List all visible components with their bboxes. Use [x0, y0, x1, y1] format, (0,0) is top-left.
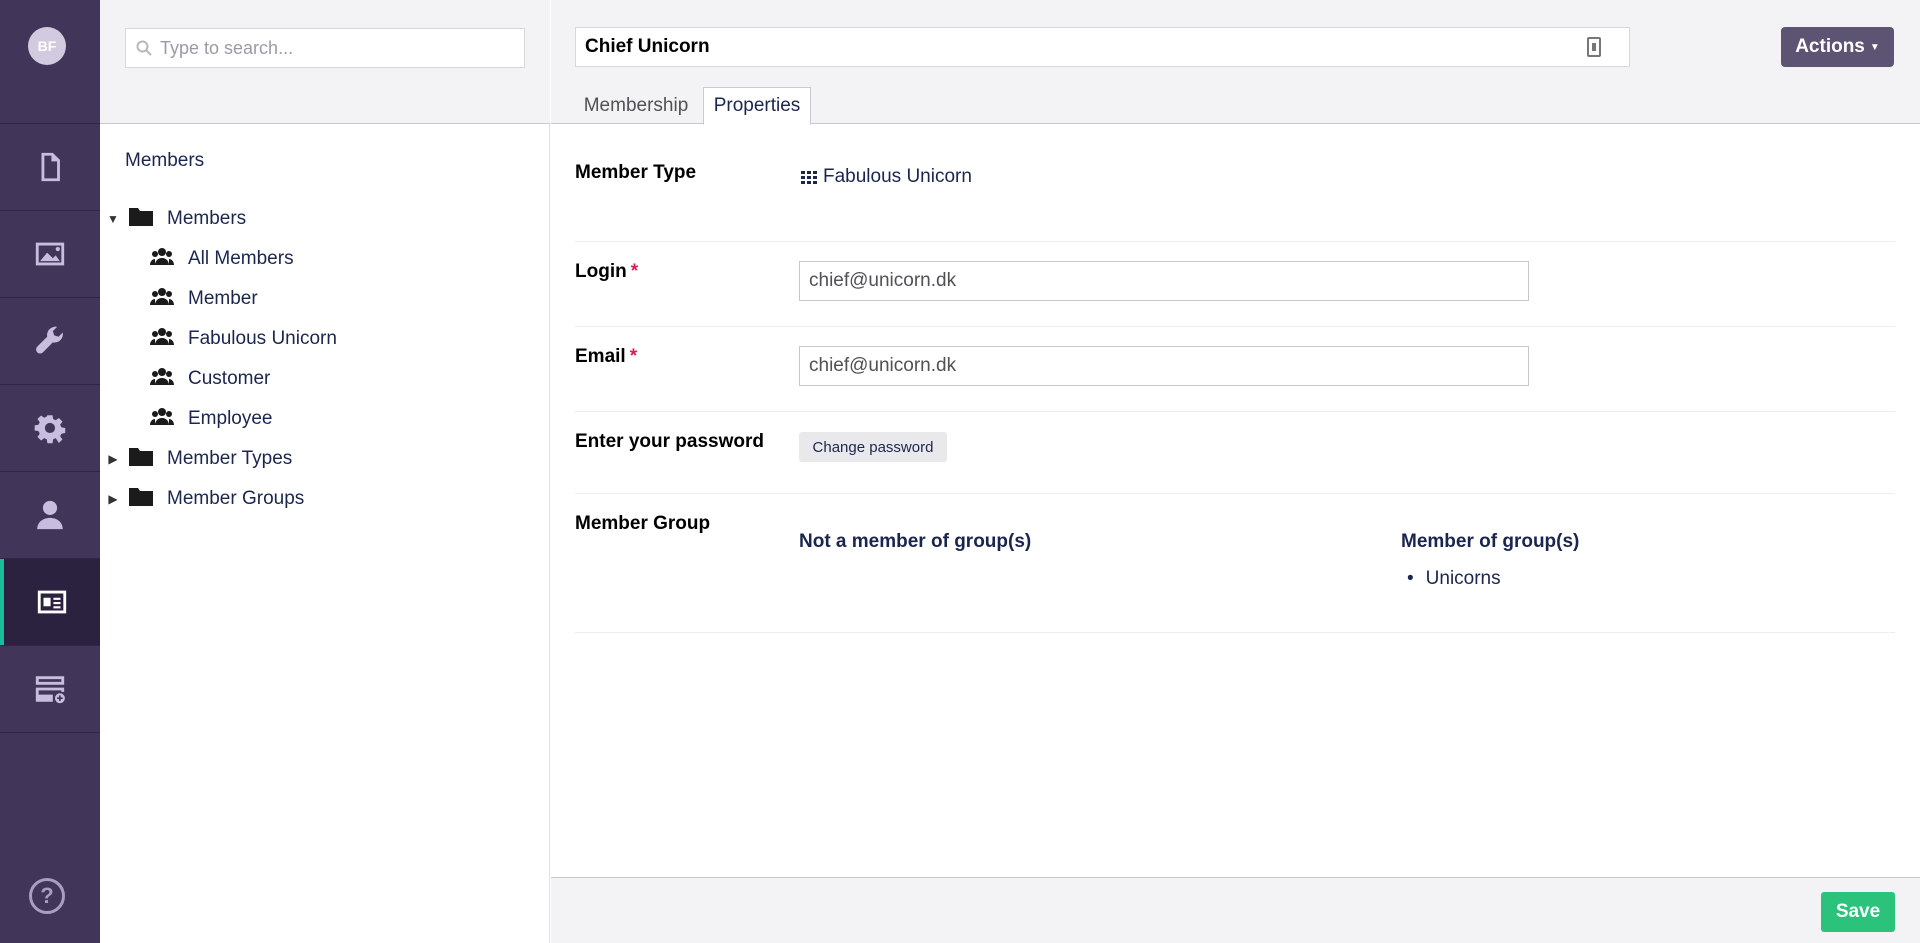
- tree-node-label: Fabulous Unicorn: [188, 328, 337, 349]
- search-box[interactable]: [125, 28, 525, 68]
- tab-properties[interactable]: Properties: [703, 87, 811, 125]
- email-label: Email *: [575, 346, 637, 368]
- login-input[interactable]: chief@unicorn.dk: [799, 261, 1529, 301]
- document-icon: [41, 152, 60, 182]
- editor-footer: Save: [551, 877, 1920, 943]
- member-card-icon: [37, 590, 67, 614]
- member-group-item[interactable]: Unicorns: [1407, 568, 1501, 590]
- avatar[interactable]: BF: [28, 27, 66, 65]
- users-group-icon: [150, 247, 174, 271]
- avatar-initials: BF: [37, 38, 57, 54]
- required-marker: *: [630, 261, 639, 282]
- users-group-icon: [150, 287, 174, 311]
- member-group-label: Member Group: [575, 513, 711, 534]
- email-input[interactable]: chief@unicorn.dk: [799, 346, 1529, 386]
- tree-node-customer[interactable]: Customer: [150, 362, 270, 396]
- users-group-icon: [150, 327, 174, 351]
- save-button[interactable]: Save: [1821, 892, 1895, 932]
- tree-node-label: All Members: [188, 248, 294, 269]
- member-name[interactable]: Chief Unicorn: [585, 36, 1587, 58]
- tab-membership[interactable]: Membership: [575, 87, 697, 125]
- caret-down-icon[interactable]: ▼: [105, 212, 121, 226]
- member-type-value: Fabulous Unicorn: [801, 166, 972, 188]
- tree-node-label: Customer: [188, 368, 271, 389]
- section-content[interactable]: [0, 124, 100, 210]
- tree-node-label: Members: [167, 208, 247, 229]
- section-rail: BF ?: [0, 0, 100, 943]
- grid-icon: [801, 171, 817, 184]
- password-label: Enter your password: [575, 431, 764, 452]
- member-type-name: Fabulous Unicorn: [823, 166, 972, 187]
- help-label: ?: [40, 883, 54, 908]
- actions-label: Actions: [1795, 36, 1865, 57]
- tree-node-all-members[interactable]: All Members: [150, 242, 294, 276]
- property-login: Login * chief@unicorn.dk: [575, 243, 1895, 327]
- tree-node-members[interactable]: ▼ Members: [105, 202, 246, 236]
- tree-node-label: Member Types: [167, 448, 293, 469]
- tree-node-label: Member: [188, 288, 258, 309]
- tree-title: Members: [125, 150, 205, 171]
- tree-node-member[interactable]: Member: [150, 282, 258, 316]
- section-users[interactable]: [0, 472, 100, 558]
- tree-node-member-groups[interactable]: ▶ Member Groups: [105, 482, 304, 516]
- caret-down-icon: ▼: [1869, 41, 1880, 53]
- users-group-icon: [150, 367, 174, 391]
- tree-header: [100, 0, 550, 124]
- folder-icon: [129, 206, 153, 232]
- email-label-text: Email: [575, 346, 626, 367]
- tree-node-label: Member Groups: [167, 488, 305, 509]
- member-heading: Member of group(s): [1401, 531, 1580, 552]
- gear-icon: [34, 415, 66, 444]
- tree-panel: Members ▼ Members All Members Member Fab…: [100, 0, 550, 943]
- search-icon: [136, 40, 152, 56]
- caret-right-icon[interactable]: ▶: [105, 452, 121, 466]
- folder-icon: [129, 486, 153, 512]
- caret-right-icon[interactable]: ▶: [105, 492, 121, 506]
- wrench-icon: [36, 326, 63, 354]
- not-member-heading: Not a member of group(s): [799, 531, 1032, 552]
- help-icon[interactable]: ?: [29, 878, 65, 914]
- change-password-button[interactable]: Change password: [799, 432, 947, 462]
- users-group-icon: [150, 407, 174, 431]
- user-icon: [37, 500, 63, 530]
- login-label: Login *: [575, 261, 638, 283]
- tree-node-member-types[interactable]: ▶ Member Types: [105, 442, 292, 476]
- section-settings[interactable]: [0, 385, 100, 471]
- section-settings-tools[interactable]: [0, 298, 100, 384]
- required-marker: *: [629, 346, 638, 367]
- media-icon: [35, 242, 65, 266]
- tree-node-label: Employee: [188, 408, 273, 429]
- id-badge-icon[interactable]: [1587, 37, 1601, 57]
- property-password: Enter your password Change password: [575, 413, 1895, 494]
- property-email: Email * chief@unicorn.dk: [575, 328, 1895, 412]
- section-forms[interactable]: [0, 646, 100, 732]
- search-input[interactable]: [160, 37, 500, 59]
- tree-node-employee[interactable]: Employee: [150, 402, 273, 436]
- divider: [0, 732, 100, 733]
- property-member-group: Member Group Not a member of group(s) Me…: [575, 495, 1895, 633]
- section-members[interactable]: [0, 559, 100, 645]
- member-editor: Chief Unicorn Actions ▼ Membership Proper…: [551, 0, 1920, 943]
- member-name-field[interactable]: Chief Unicorn: [575, 27, 1630, 67]
- forms-icon: [35, 676, 65, 704]
- member-type-label: Member Type: [575, 162, 697, 183]
- login-label-text: Login: [575, 261, 627, 282]
- actions-button[interactable]: Actions ▼: [1781, 27, 1894, 67]
- folder-icon: [129, 446, 153, 472]
- property-member-type: Member Type Fabulous Unicorn: [575, 150, 1895, 242]
- section-media[interactable]: [0, 211, 100, 297]
- tree-node-fabulous-unicorn[interactable]: Fabulous Unicorn: [150, 322, 337, 356]
- editor-header: Chief Unicorn Actions ▼ Membership Proper…: [551, 0, 1920, 125]
